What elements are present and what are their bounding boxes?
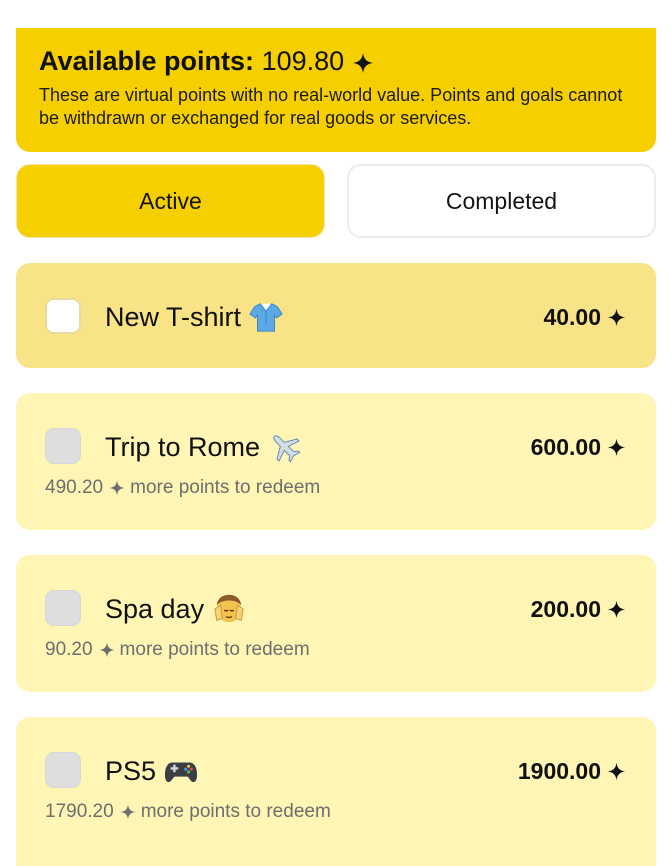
sparkle-icon: [109, 480, 125, 496]
goal-remaining-value: 1790.20: [45, 801, 114, 822]
face-massage-icon: [214, 594, 244, 623]
tab-active[interactable]: Active: [16, 164, 325, 238]
goal-checkbox[interactable]: [45, 298, 81, 334]
goal-remaining-value: 90.20: [45, 639, 93, 660]
goal-checkbox[interactable]: [45, 752, 81, 788]
goal-cost-value: 40.00: [543, 304, 601, 330]
points-disclaimer: These are virtual points with no real-wo…: [39, 85, 623, 128]
goal-name: PS5: [105, 754, 198, 788]
tab-completed[interactable]: Completed: [347, 164, 656, 238]
sparkle-icon: [607, 600, 626, 618]
tab-active-label: Active: [139, 187, 202, 214]
sparkle-icon: [607, 308, 626, 326]
available-points-label: Available points:: [39, 46, 255, 76]
goal-cost: 40.00: [543, 303, 626, 331]
goal-checkbox[interactable]: [45, 428, 81, 464]
sparkle-icon: [99, 642, 114, 658]
goal-cost: 200.00: [531, 595, 626, 623]
goal-remaining-suffix: more points to redeem: [130, 477, 321, 498]
goal-cost-value: 600.00: [530, 434, 601, 460]
sparkle-icon: [607, 762, 626, 780]
goal-remaining: 1790.20 more points to redeem: [45, 800, 331, 824]
video-game-controller-icon: [164, 762, 198, 783]
goal-name: Trip to Rome: [105, 430, 302, 464]
goal-name-text: New T-shirt: [105, 302, 242, 332]
goal-remaining: 490.20 more points to redeem: [45, 476, 320, 500]
goal-cost: 600.00: [531, 433, 626, 461]
goal-cost: 1900.00: [518, 757, 626, 785]
available-points-value: 109.80: [261, 46, 345, 76]
sparkle-icon: [607, 438, 626, 456]
t-shirt-icon: [249, 303, 283, 332]
goal-remaining-suffix: more points to redeem: [119, 639, 310, 660]
goal-name-text: Trip to Rome: [105, 432, 261, 462]
goal-checkbox[interactable]: [45, 590, 81, 626]
goal-remaining: 90.20 more points to redeem: [45, 638, 310, 662]
goal-card-ps5[interactable]: PS5 1900.00 1790.20 more points to redee…: [16, 717, 656, 866]
sparkle-icon: [120, 804, 136, 820]
tab-completed-label: Completed: [445, 187, 558, 214]
goal-card-trip-to-rome[interactable]: Trip to Rome 600.00 490.20 more points t…: [16, 393, 656, 530]
goal-cost-value: 1900.00: [517, 758, 601, 784]
goal-cost-value: 200.00: [530, 596, 601, 622]
goal-remaining-value: 490.20: [45, 477, 104, 498]
airplane-icon: [273, 435, 301, 463]
points-banner: Available points: 109.80 These are virtu…: [16, 28, 656, 152]
goal-name-text: PS5: [105, 756, 157, 786]
sparkle-icon: [352, 52, 373, 73]
goal-card-new-t-shirt[interactable]: New T-shirt 40.00: [16, 263, 656, 368]
goal-name: New T-shirt: [105, 300, 283, 334]
goal-name: Spa day: [105, 592, 246, 626]
goal-name-text: Spa day: [105, 594, 205, 624]
available-points: Available points: 109.80: [39, 44, 634, 78]
goal-card-spa-day[interactable]: Spa day 200.00 90.20 more points to rede…: [16, 555, 656, 692]
goal-remaining-suffix: more points to redeem: [140, 801, 331, 822]
